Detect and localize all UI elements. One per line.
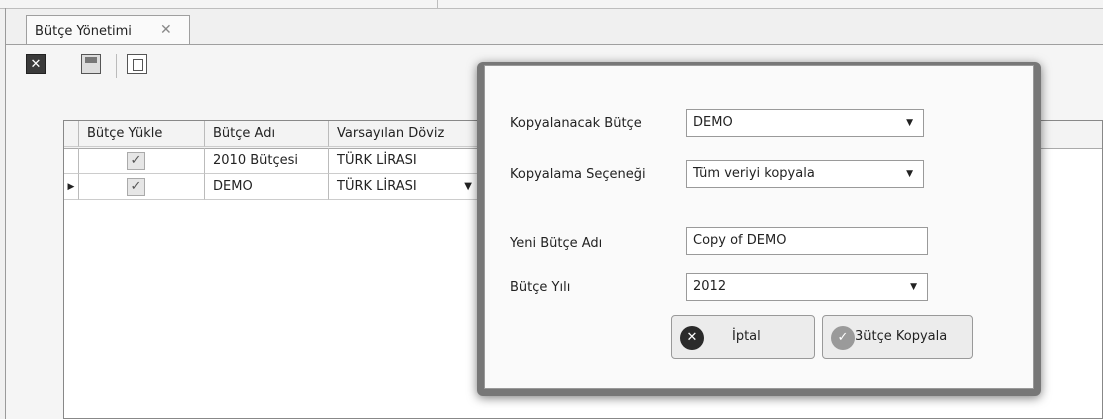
copy-budget-button-label: 3ütçe Kopyala — [855, 329, 948, 344]
source-budget-select[interactable]: DEMO ▼ — [686, 109, 924, 137]
row-indicator[interactable] — [64, 148, 79, 174]
new-budget-name-input[interactable]: Copy of DEMO — [686, 227, 928, 255]
name-cell[interactable]: DEMO — [205, 174, 329, 200]
cancel-icon: ✕ — [680, 326, 704, 350]
copy-option-select[interactable]: Tüm veriyi kopyala ▼ — [686, 160, 924, 188]
source-budget-value: DEMO — [693, 115, 733, 130]
save-icon[interactable] — [81, 54, 101, 74]
chevron-down-icon[interactable]: ▼ — [910, 274, 917, 300]
new-budget-name-label: Yeni Bütçe Adı — [510, 236, 603, 251]
budget-year-select[interactable]: 2012 ▼ — [686, 273, 928, 301]
column-header-name[interactable]: Bütçe Adı — [205, 121, 329, 147]
tab-close-icon[interactable]: ✕ — [160, 22, 172, 38]
chevron-down-icon[interactable]: ▼ — [464, 174, 472, 199]
copy-icon[interactable] — [127, 54, 147, 74]
chevron-down-icon[interactable]: ▼ — [906, 161, 913, 187]
toolbar-separator — [116, 54, 117, 78]
chevron-down-icon[interactable]: ▼ — [906, 110, 913, 136]
grid-header-indicator — [64, 121, 79, 147]
top-panel-strip — [0, 0, 1103, 9]
copy-option-label: Kopyalama Seçeneği — [510, 167, 646, 182]
currency-cell-editor[interactable]: TÜRK LİRASI ▼ — [329, 174, 479, 200]
budget-year-value: 2012 — [693, 279, 727, 294]
load-cell[interactable]: ✓ — [79, 148, 205, 174]
column-header-currency[interactable]: Varsayılan Döviz — [329, 121, 479, 147]
check-icon: ✓ — [831, 326, 855, 350]
budget-year-label: Bütçe Yılı — [510, 280, 571, 295]
copy-option-value: Tüm veriyi kopyala — [693, 166, 815, 181]
load-checkbox[interactable]: ✓ — [127, 152, 145, 170]
copy-budget-dialog: Kopyalanacak Bütçe DEMO ▼ Kopyalama Seçe… — [477, 62, 1041, 396]
source-budget-label: Kopyalanacak Bütçe — [510, 116, 642, 131]
dialog-body: Kopyalanacak Bütçe DEMO ▼ Kopyalama Seçe… — [484, 65, 1034, 389]
top-panel-divider — [437, 0, 438, 8]
column-header-load[interactable]: Bütçe Yükle — [79, 121, 205, 147]
currency-cell[interactable]: TÜRK LİRASI — [329, 148, 479, 174]
close-icon[interactable]: ✕ — [26, 54, 46, 74]
load-checkbox[interactable]: ✓ — [127, 178, 145, 196]
cancel-button-label: İptal — [732, 329, 761, 344]
cancel-button[interactable]: ✕ İptal — [671, 315, 815, 359]
tab-label: Bütçe Yönetimi — [35, 24, 132, 39]
tab-butce-yonetimi[interactable]: Bütçe Yönetimi ✕ — [26, 15, 190, 45]
load-cell[interactable]: ✓ — [79, 174, 205, 200]
copy-budget-button[interactable]: ✓ 3ütçe Kopyala — [822, 315, 973, 359]
row-indicator-current[interactable]: ▶ — [64, 174, 79, 200]
name-cell[interactable]: 2010 Bütçesi — [205, 148, 329, 174]
currency-value: TÜRK LİRASI — [337, 179, 417, 194]
